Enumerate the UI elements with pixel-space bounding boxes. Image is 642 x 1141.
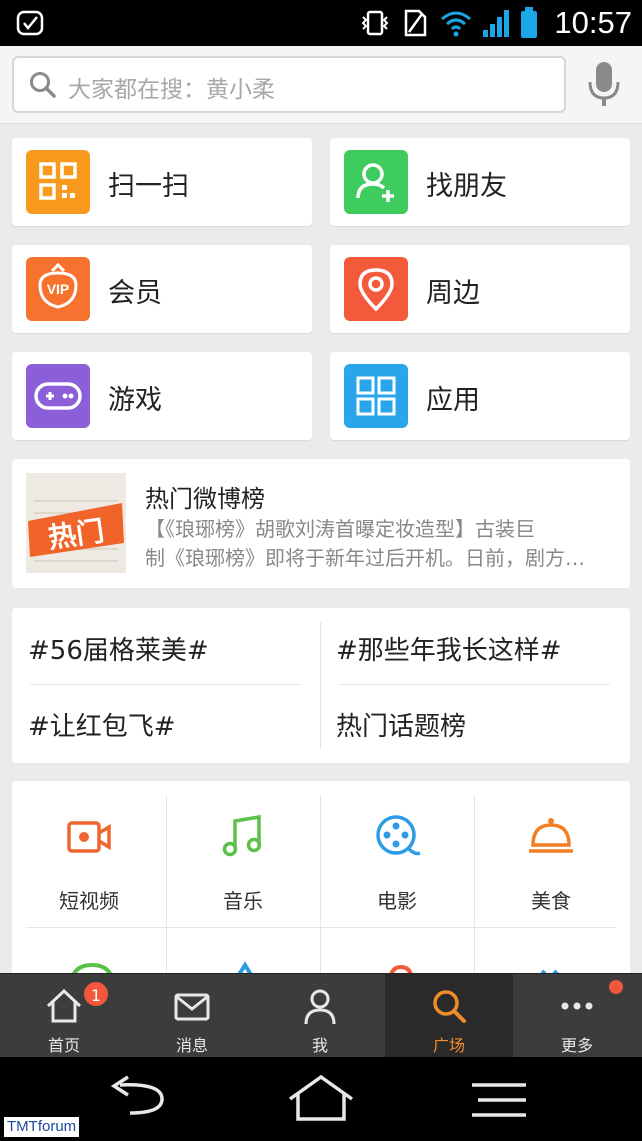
categories-card: 短视频 音乐 电影 美食 — [12, 781, 630, 981]
svg-text:VIP: VIP — [47, 281, 70, 297]
status-bar: 10:57 — [0, 0, 642, 46]
tile-games[interactable]: 游戏 — [12, 352, 312, 440]
tab-me[interactable]: 我 — [256, 974, 384, 1058]
battery-icon — [521, 7, 538, 38]
hot-title: 热门微博榜 — [145, 485, 265, 513]
tile-label: 扫一扫 — [108, 171, 189, 202]
tab-label: 更多 — [560, 1036, 593, 1055]
vibrate-icon — [362, 10, 389, 36]
tab-label: 我 — [311, 1036, 328, 1055]
search-icon — [433, 990, 466, 1023]
category-music[interactable]: 音乐 — [166, 781, 320, 931]
divider — [30, 684, 300, 685]
watermark-logo: TMTforum — [4, 1117, 80, 1137]
category-short-video[interactable]: 短视频 — [12, 781, 166, 931]
tile-label: 游戏 — [108, 385, 162, 416]
new-indicator-dot — [609, 980, 623, 994]
more-dots-icon — [561, 1002, 593, 1010]
microphone-icon[interactable] — [586, 60, 622, 110]
menu-icon[interactable] — [470, 1081, 528, 1119]
mail-icon — [174, 993, 210, 1021]
music-note-icon — [222, 814, 262, 857]
tile-label: 周边 — [426, 278, 480, 309]
tab-label: 消息 — [175, 1036, 208, 1055]
tab-more[interactable]: 更多 — [513, 974, 641, 1058]
hot-desc-line1: 【《琅琊榜》胡歌刘涛首曝定妆造型】古装巨 — [145, 517, 535, 541]
food-cloche-icon — [529, 818, 573, 853]
category-food[interactable]: 美食 — [474, 781, 628, 931]
vip-icon: VIP — [26, 257, 90, 321]
category-label: 美食 — [531, 889, 571, 913]
divider — [320, 622, 321, 749]
divider — [474, 795, 475, 981]
divider — [340, 684, 610, 685]
tile-vip[interactable]: VIP 会员 — [12, 245, 312, 333]
tile-apps[interactable]: 应用 — [330, 352, 630, 440]
notification-badge: 1 — [82, 980, 110, 1008]
film-reel-icon — [376, 815, 421, 856]
signal-icon — [483, 10, 510, 37]
hot-description: 【《琅琊榜》胡歌刘涛首曝定妆造型】古装巨 制《琅琊榜》即将于新年过后开机。日前，… — [145, 515, 615, 573]
search-icon — [30, 72, 56, 98]
gamepad-icon — [26, 364, 90, 428]
tab-plaza[interactable]: 广场 — [385, 974, 513, 1058]
divider — [166, 795, 167, 981]
hot-thumbnail: 热门 — [26, 473, 126, 573]
tab-label: 广场 — [432, 1036, 465, 1055]
location-pin-icon — [344, 257, 408, 321]
hot-desc-line2: 制《琅琊榜》即将于新年过后开机。日前，剧方… — [145, 546, 585, 570]
search-placeholder: 大家都在搜：黄小柔 — [68, 77, 275, 103]
clock: 10:57 — [554, 5, 632, 40]
tab-label: 首页 — [47, 1036, 80, 1055]
category-movie[interactable]: 电影 — [320, 781, 474, 931]
divider — [320, 795, 321, 981]
add-friend-icon — [344, 150, 408, 214]
bottom-tab-bar: 1 首页 消息 我 广场 更多 — [0, 973, 642, 1058]
no-sim-icon — [405, 9, 427, 37]
system-nav-bar — [0, 1057, 642, 1141]
hot-weibo-card[interactable]: 热门 热门微博榜 【《琅琊榜》胡歌刘涛首曝定妆造型】古装巨 制《琅琊榜》即将于新… — [12, 459, 630, 588]
tile-label: 应用 — [426, 385, 480, 416]
tab-home[interactable]: 1 首页 — [0, 974, 128, 1058]
tile-label: 找朋友 — [426, 171, 507, 202]
search-bar: 大家都在搜：黄小柔 — [0, 46, 642, 124]
tab-messages[interactable]: 消息 — [128, 974, 256, 1058]
category-label: 电影 — [377, 889, 417, 913]
video-camera-icon — [67, 821, 111, 853]
topic-link[interactable]: #让红包飞# — [28, 706, 176, 743]
qr-scan-icon — [26, 150, 90, 214]
topic-link[interactable]: #56届格莱美# — [28, 630, 209, 667]
topic-link[interactable]: 热门话题榜 — [336, 706, 466, 743]
checkbox-notification-icon — [16, 10, 44, 36]
topic-link[interactable]: #那些年我长这样# — [336, 630, 562, 667]
tile-find-friends[interactable]: 找朋友 — [330, 138, 630, 226]
wifi-icon — [441, 11, 472, 37]
divider — [26, 927, 616, 928]
home-button-icon[interactable] — [286, 1073, 356, 1123]
category-label: 音乐 — [223, 889, 263, 913]
home-icon — [46, 988, 82, 1023]
user-icon — [304, 989, 336, 1025]
tile-nearby[interactable]: 周边 — [330, 245, 630, 333]
tile-scan[interactable]: 扫一扫 — [12, 138, 312, 226]
topics-card: #56届格莱美# #那些年我长这样# #让红包飞# 热门话题榜 — [12, 608, 630, 763]
tile-label: 会员 — [108, 278, 162, 309]
apps-grid-icon — [344, 364, 408, 428]
search-input[interactable]: 大家都在搜：黄小柔 — [12, 56, 566, 113]
back-icon[interactable] — [106, 1075, 168, 1121]
category-label: 短视频 — [59, 889, 119, 913]
